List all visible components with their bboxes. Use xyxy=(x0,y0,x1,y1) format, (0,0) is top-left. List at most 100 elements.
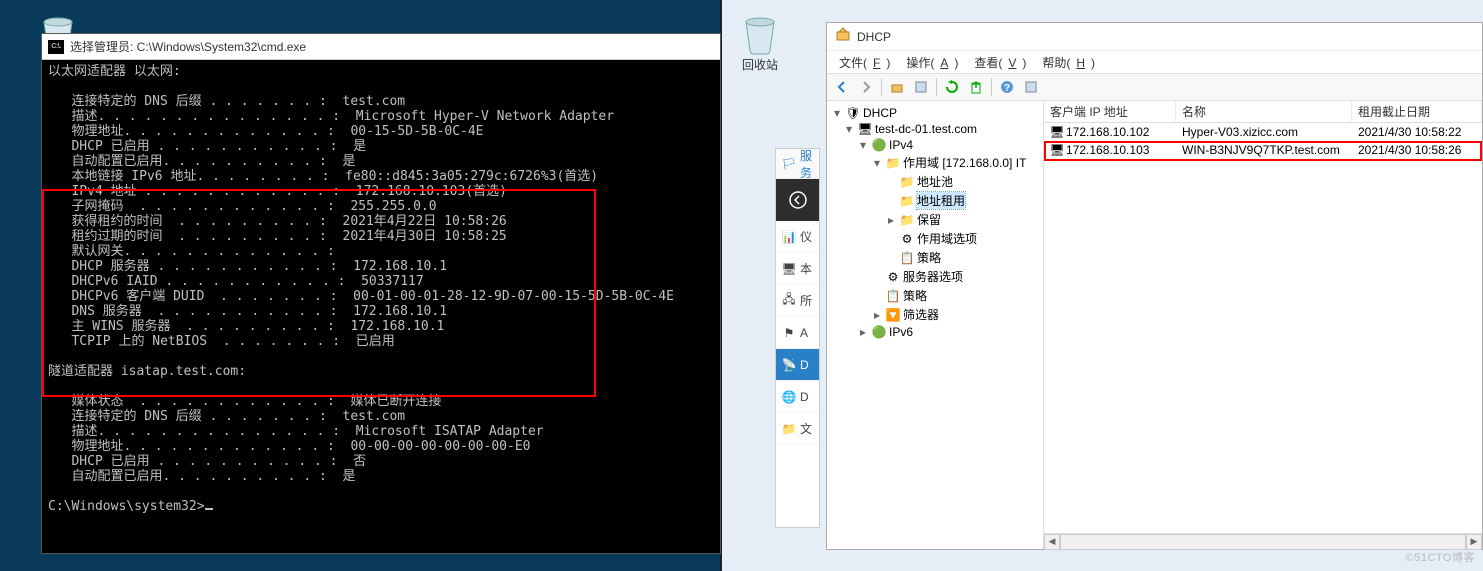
sp-services[interactable]: 🏳服务 xyxy=(776,149,819,179)
folder-icon: 📁 xyxy=(900,175,914,189)
cmd-line: DHCP 已启用 . . . . . . . . . . . : 否 xyxy=(71,454,366,469)
folder-icon: 📁 xyxy=(900,194,914,208)
menu-file[interactable]: 文件(F) xyxy=(833,52,896,73)
back-button[interactable] xyxy=(831,76,853,98)
dhcp-titlebar[interactable]: DHCP xyxy=(827,23,1482,51)
ipv6-icon: 🟢 xyxy=(872,325,886,339)
sp-item-dhcp[interactable]: 📡D xyxy=(776,349,819,381)
ipv4-icon: 🟢 xyxy=(872,138,886,152)
policy-icon: 📋 xyxy=(886,289,900,303)
dhcp-tree: ▾🛡DHCP ▾🖥test-dc-01.test.com ▾🟢IPv4 ▾📁作用… xyxy=(827,101,1044,549)
sp-item-all[interactable]: 🖧所 xyxy=(776,285,819,317)
dhcp-list: 客户端 IP 地址 名称 租用截止日期 🖥172.168.10.102 Hype… xyxy=(1044,101,1482,549)
tree-policies-2[interactable]: 📋策略 xyxy=(829,286,1041,305)
dns-icon: 🌐 xyxy=(782,390,796,404)
server-icon: 🖥 xyxy=(782,262,796,276)
server-icon: 🖥 xyxy=(858,122,872,136)
horizontal-scrollbar[interactable]: ◀ ▶ xyxy=(1044,533,1482,549)
up-button[interactable] xyxy=(886,76,908,98)
expand-icon[interactable]: ▾ xyxy=(843,122,855,136)
action-button[interactable] xyxy=(1020,76,1042,98)
file-icon: 📁 xyxy=(782,422,796,436)
dhcp-app-icon xyxy=(835,26,851,47)
expand-icon[interactable]: ▾ xyxy=(857,138,869,152)
table-row[interactable]: 🖥172.168.10.102 Hyper-V03.xizicc.com 202… xyxy=(1044,123,1482,141)
recycle-bin-icon xyxy=(736,8,784,56)
tree-scope-options[interactable]: ⚙作用域选项 xyxy=(829,229,1041,248)
sp-item-dns[interactable]: 🌐D xyxy=(776,381,819,413)
ad-icon: ⚑ xyxy=(782,326,796,340)
sp-back[interactable] xyxy=(776,179,819,221)
tree-policies[interactable]: 📋策略 xyxy=(829,248,1041,267)
menu-help[interactable]: 帮助(H) xyxy=(1036,52,1101,73)
tree-server[interactable]: ▾🖥test-dc-01.test.com xyxy=(829,121,1041,137)
sp-item-ad[interactable]: ⚑A xyxy=(776,317,819,349)
expand-icon[interactable]: ▸ xyxy=(871,308,883,322)
servers-icon: 🖧 xyxy=(782,294,796,308)
flag-icon: 🏳 xyxy=(782,157,796,171)
tree-reservations[interactable]: ▸📁保留 xyxy=(829,210,1041,229)
dhcp-title: DHCP xyxy=(857,30,891,44)
tree-server-options[interactable]: ⚙服务器选项 xyxy=(829,267,1041,286)
cmd-body[interactable]: 以太网适配器 以太网: 连接特定的 DNS 后缀 . . . . . . . :… xyxy=(42,60,720,553)
tree-ipv6[interactable]: ▸🟢IPv6 xyxy=(829,324,1041,340)
lease-icon: 🖥 xyxy=(1050,125,1064,139)
tree-filters[interactable]: ▸🔽筛选器 xyxy=(829,305,1041,324)
expand-icon[interactable]: ▾ xyxy=(871,156,883,170)
folder-icon: 📁 xyxy=(900,213,914,227)
dashboard-icon: 📊 xyxy=(782,230,796,244)
expand-icon[interactable]: ▸ xyxy=(857,325,869,339)
cmd-line: 连接特定的 DNS 后缀 . . . . . . . : test.com xyxy=(71,94,405,109)
tree-pool[interactable]: 📁地址池 xyxy=(829,172,1041,191)
list-body: 🖥172.168.10.102 Hyper-V03.xizicc.com 202… xyxy=(1044,123,1482,533)
export-button[interactable] xyxy=(965,76,987,98)
scroll-track[interactable] xyxy=(1060,534,1466,550)
dhcp-toolbar: ? xyxy=(827,73,1482,101)
server-manager-panel: 🏳服务 📊仪 🖥本 🖧所 ⚑A 📡D 🌐D 📁文 xyxy=(775,148,820,528)
col-name[interactable]: 名称 xyxy=(1176,101,1352,122)
cmd-line: DHCP 已启用 . . . . . . . . . . . : 是 xyxy=(71,139,366,154)
recycle-bin-right[interactable]: 回收站 xyxy=(730,8,790,73)
scope-icon: 📁 xyxy=(886,156,900,170)
menu-view[interactable]: 查看(V) xyxy=(968,52,1032,73)
tree-root[interactable]: ▾🛡DHCP xyxy=(829,105,1041,121)
cmd-icon: C:\. xyxy=(48,40,64,54)
dhcp-menubar: 文件(F) 操作(A) 查看(V) 帮助(H) xyxy=(827,51,1482,73)
col-ip[interactable]: 客户端 IP 地址 xyxy=(1044,101,1176,122)
cmd-prompt: C:\Windows\system32> xyxy=(48,499,205,514)
properties-button[interactable] xyxy=(910,76,932,98)
recycle-bin-label: 回收站 xyxy=(730,56,790,73)
cursor xyxy=(205,508,213,510)
scroll-right-button[interactable]: ▶ xyxy=(1466,534,1482,550)
cmd-line: 自动配置已启用. . . . . . . . . . : 是 xyxy=(71,154,355,169)
cmd-titlebar[interactable]: C:\. 选择管理员: C:\Windows\System32\cmd.exe xyxy=(42,34,720,60)
svg-text:?: ? xyxy=(1004,83,1010,94)
menu-action[interactable]: 操作(A) xyxy=(900,52,964,73)
refresh-button[interactable] xyxy=(941,76,963,98)
cmd-window: C:\. 选择管理员: C:\Windows\System32\cmd.exe … xyxy=(41,33,721,554)
scroll-left-button[interactable]: ◀ xyxy=(1044,534,1060,550)
options-icon: ⚙ xyxy=(886,270,900,284)
tree-leases[interactable]: 📁地址租用 xyxy=(829,191,1041,210)
col-expiry[interactable]: 租用截止日期 xyxy=(1352,101,1482,122)
cmd-line: 本地链接 IPv6 地址. . . . . . . . : fe80::d845… xyxy=(71,169,598,184)
cmd-line: 描述. . . . . . . . . . . . . . . : Micros… xyxy=(71,109,614,124)
forward-button[interactable] xyxy=(855,76,877,98)
cmd-line: 描述. . . . . . . . . . . . . . . : Micros… xyxy=(71,424,543,439)
dhcp-window: DHCP 文件(F) 操作(A) 查看(V) 帮助(H) ? ▾🛡DHCP ▾🖥… xyxy=(826,22,1483,550)
sp-item-local[interactable]: 🖥本 xyxy=(776,253,819,285)
cmd-line: 物理地址. . . . . . . . . . . . . : 00-15-5D… xyxy=(71,124,483,139)
expand-icon[interactable]: ▾ xyxy=(831,106,843,120)
sp-item-dashboard[interactable]: 📊仪 xyxy=(776,221,819,253)
filter-icon: 🔽 xyxy=(886,308,900,322)
tree-ipv4[interactable]: ▾🟢IPv4 xyxy=(829,137,1041,153)
sp-item-file[interactable]: 📁文 xyxy=(776,413,819,445)
watermark: ©51CTO博客 xyxy=(1406,549,1475,565)
tree-scope[interactable]: ▾📁作用域 [172.168.0.0] IT xyxy=(829,153,1041,172)
list-header: 客户端 IP 地址 名称 租用截止日期 xyxy=(1044,101,1482,123)
help-button[interactable]: ? xyxy=(996,76,1018,98)
policy-icon: 📋 xyxy=(900,251,914,265)
dhcp-root-icon: 🛡 xyxy=(846,106,860,120)
expand-icon[interactable]: ▸ xyxy=(885,213,897,227)
cmd-line: 自动配置已启用. . . . . . . . . . : 是 xyxy=(71,469,355,484)
